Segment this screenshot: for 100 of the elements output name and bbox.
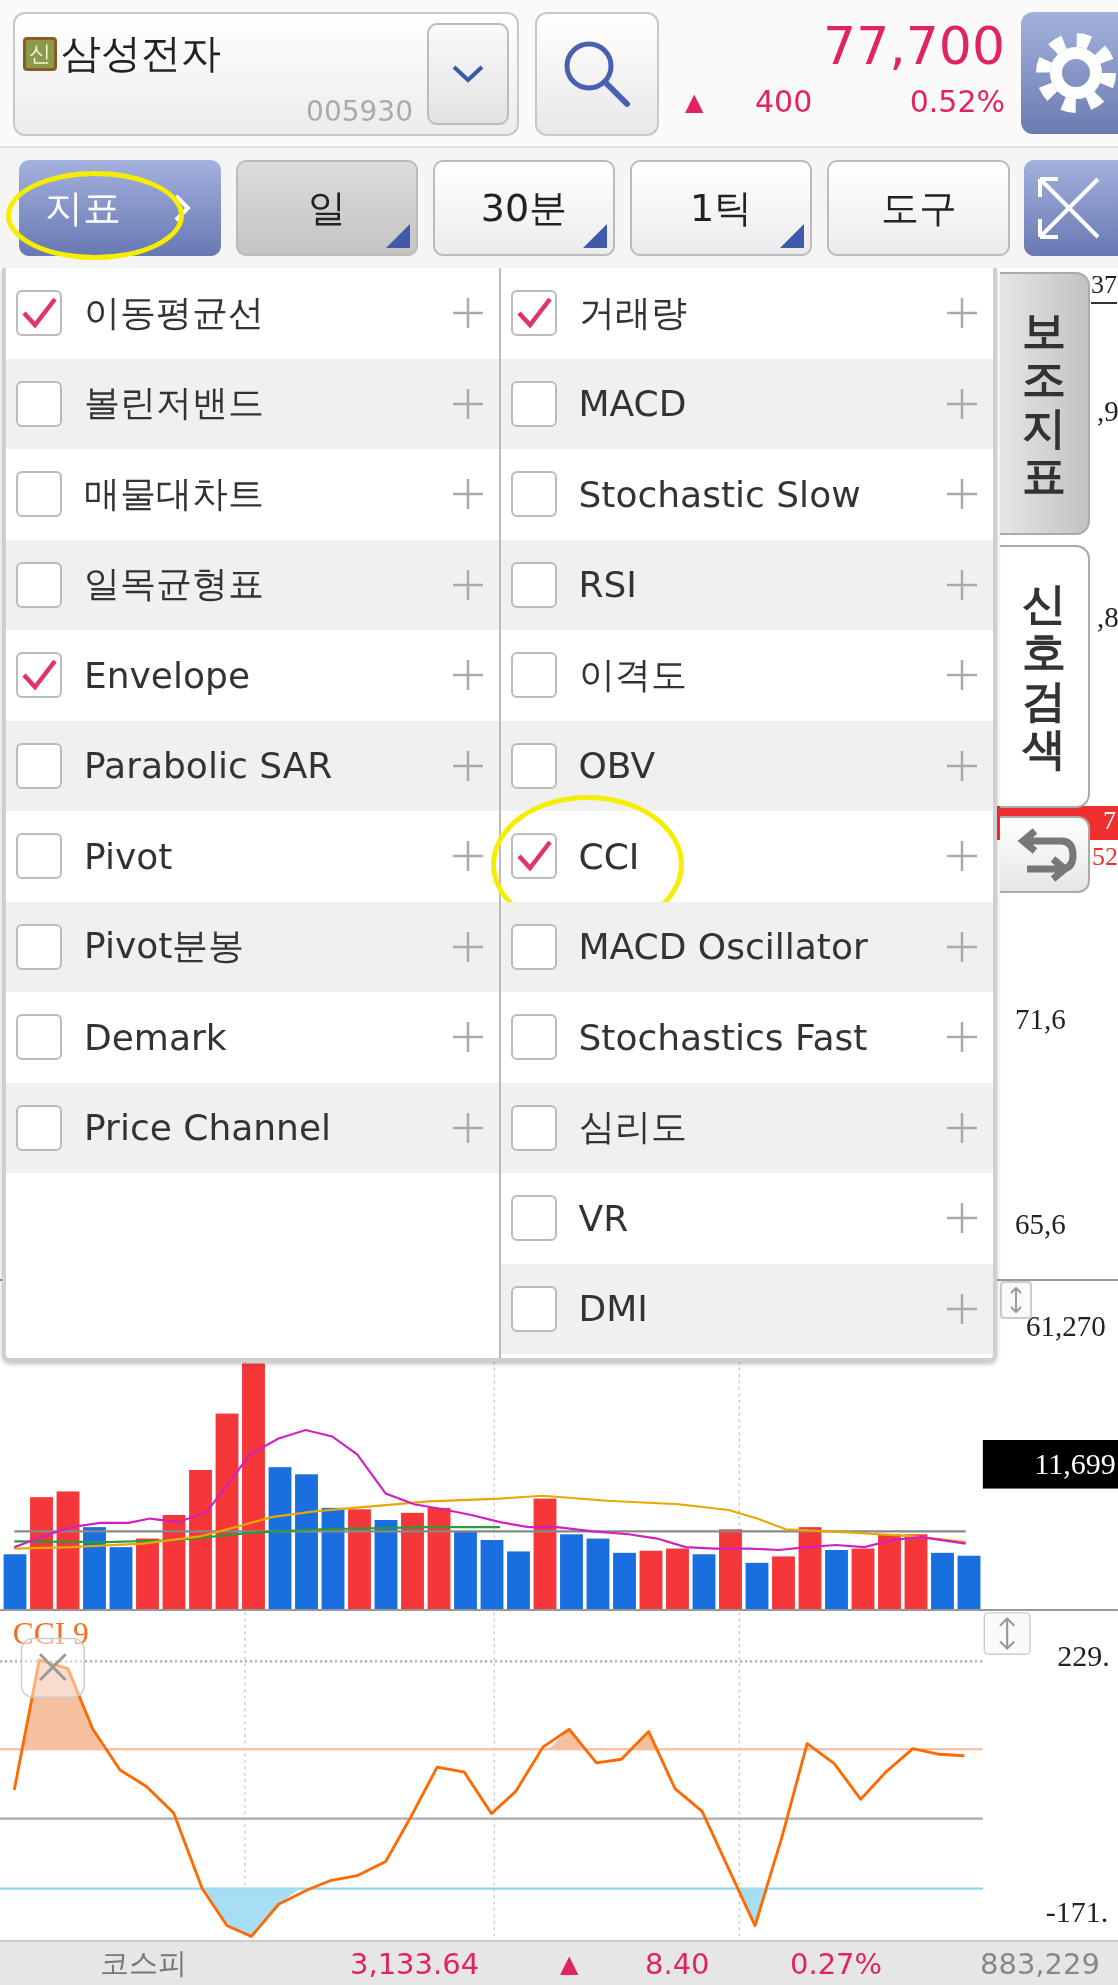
checkbox[interactable] [510, 742, 557, 789]
plus-icon[interactable] [450, 477, 485, 512]
plus-icon[interactable] [945, 567, 979, 602]
stock-code: 005930 [306, 95, 413, 128]
checkbox[interactable] [16, 652, 62, 699]
volume-bar [613, 1552, 636, 1610]
up-arrow: ▲ [560, 1949, 580, 1978]
volume-bar [3, 1554, 27, 1610]
index-name: 코스피 [100, 1944, 188, 1982]
chevron-right-icon [173, 193, 191, 223]
plus-icon[interactable] [945, 1291, 979, 1326]
volume-bar [745, 1562, 769, 1610]
checkbox[interactable] [16, 833, 62, 880]
side-tab[interactable]: 보조지표 [1000, 272, 1090, 535]
checkbox[interactable] [510, 1195, 557, 1242]
checkbox[interactable] [16, 923, 62, 970]
indicator-label[interactable]: VR [578, 1197, 945, 1239]
price-change: 400 [755, 84, 814, 119]
plus-icon[interactable] [945, 658, 979, 693]
checkbox[interactable] [510, 923, 557, 970]
checkbox[interactable] [510, 561, 557, 608]
search-button[interactable] [535, 12, 659, 136]
indicator-label[interactable]: CCI [578, 835, 945, 877]
stock-name: 삼성전자 [61, 29, 221, 78]
swap-button[interactable] [1000, 816, 1090, 893]
indicator-label[interactable]: 이동평균선 [84, 288, 451, 338]
settings-icon [1033, 30, 1118, 116]
indicator-label[interactable]: 매물대차트 [84, 469, 451, 519]
plus-icon[interactable] [450, 1110, 485, 1145]
indicator-label[interactable]: Demark [84, 1016, 451, 1058]
plus-icon[interactable] [450, 567, 485, 602]
plus-icon[interactable] [450, 1020, 485, 1055]
checkbox[interactable] [16, 1014, 62, 1061]
axis-label: ,9 [1097, 394, 1118, 428]
axis-label: ,8 [1097, 600, 1118, 634]
badge: 신 [23, 36, 57, 71]
indicator-label[interactable]: Pivot [84, 835, 451, 877]
side-tab[interactable]: 신호검색 [1000, 545, 1090, 808]
current-price: 77,700 [823, 15, 1005, 78]
settings-button[interactable] [1021, 12, 1118, 134]
value-tag: 11,699 [982, 1440, 1118, 1489]
tools-button[interactable]: 도구 [827, 160, 1010, 256]
volume-bar [586, 1538, 610, 1610]
resize-handle[interactable] [1000, 1281, 1032, 1319]
indicator-label[interactable]: 거래량 [578, 288, 945, 338]
plus-icon[interactable] [945, 839, 979, 874]
checkbox[interactable] [510, 380, 557, 427]
plus-icon[interactable] [945, 296, 979, 331]
checkbox[interactable] [510, 290, 557, 337]
plus-icon[interactable] [450, 929, 485, 964]
checkbox[interactable] [510, 1104, 557, 1151]
plus-icon[interactable] [945, 1110, 979, 1145]
plus-icon[interactable] [945, 748, 979, 783]
checkbox[interactable] [16, 380, 62, 427]
period-button[interactable]: 일 [236, 160, 418, 256]
plus-icon[interactable] [450, 296, 485, 331]
axis-label: 229. [1057, 1638, 1110, 1672]
indicator-label[interactable]: Stochastic Slow [578, 473, 945, 515]
plus-icon[interactable] [450, 748, 485, 783]
axis-label: 61,270 [1026, 1309, 1106, 1343]
index-change: 8.40 [645, 1946, 711, 1981]
checkbox[interactable] [16, 742, 62, 789]
volume-bar [639, 1550, 663, 1610]
plus-icon[interactable] [945, 386, 979, 421]
dropdown-button[interactable] [427, 23, 509, 125]
plus-icon[interactable] [945, 929, 979, 964]
checkbox[interactable] [510, 652, 557, 699]
checkbox[interactable] [16, 561, 62, 608]
plus-icon[interactable] [450, 658, 485, 693]
checkbox[interactable] [16, 1104, 62, 1151]
checkbox[interactable] [510, 1285, 557, 1332]
indicator-label[interactable]: Envelope [84, 654, 451, 696]
change-rate: 0.27% [790, 1946, 884, 1981]
plus-icon[interactable] [450, 386, 485, 421]
volume-bar [692, 1554, 716, 1610]
period-button[interactable]: 30분 [433, 160, 615, 256]
expand-button[interactable] [1024, 160, 1118, 256]
checkbox[interactable] [16, 471, 62, 518]
trade-volume: 883,229 [980, 1946, 1100, 1981]
index-value: 3,133.64 [350, 1946, 481, 1981]
volume-bar [666, 1548, 689, 1610]
indicator-label[interactable]: 이격도 [578, 650, 945, 700]
period-button[interactable]: 1틱 [630, 160, 812, 256]
plus-icon[interactable] [945, 1020, 979, 1055]
resize-handle[interactable] [983, 1612, 1031, 1655]
volume-bar [109, 1547, 133, 1610]
stock-selector[interactable]: 신 삼성전자 005930 [13, 12, 519, 136]
chevron-down-icon [451, 64, 485, 84]
checkbox[interactable] [16, 290, 62, 337]
plus-icon[interactable] [945, 1201, 979, 1236]
indicator-label[interactable]: Stochastics Fast [578, 1016, 945, 1058]
volume-bar [772, 1556, 795, 1610]
volume-bar [851, 1548, 875, 1610]
volume-bar [480, 1540, 504, 1610]
plus-icon[interactable] [450, 839, 485, 874]
plus-icon[interactable] [945, 477, 979, 512]
checkbox[interactable] [510, 833, 557, 880]
checkbox[interactable] [510, 1014, 557, 1061]
checkbox[interactable] [510, 471, 557, 518]
volume-bar [507, 1551, 530, 1610]
